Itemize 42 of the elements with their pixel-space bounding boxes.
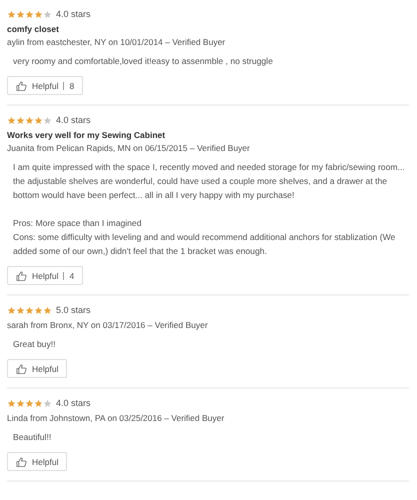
rating-text: 4.0 stars [56,398,91,408]
review-title: comfy closet [7,24,60,34]
star-icon [25,398,34,408]
reviewer-byline: Linda from Johnstown, PA on 03/25/2016 – Verified Buyer [7,413,226,423]
review-text: very roomy and comfortable,loved it!easy to assenmble , no struggle [12,55,274,68]
star-icon [43,306,52,314]
helpful-button[interactable]: Helpful 8 [7,76,84,95]
helpful-button[interactable]: Helpful 4 [7,266,84,285]
rating-text: 4.0 stars [56,9,91,19]
reviewer-byline: sarah from Bronx, NY on 03/17/2016 – Verified Buyer [7,320,209,330]
reviewer-byline: Juanita from Pelican Rapids, MN on 06/15/2015 – Verified Buyer [7,143,251,153]
star-icon [43,10,52,18]
star-icon [7,306,16,314]
star-icon [43,116,52,124]
star-icon [25,306,34,314]
review-text: I am quite impressed with the space I, recently moved and needed storage for my fabric/sewing room... the adjustable shelves are wonderful, could have used a couple more shelves, and a drawer at the bottom would have been perfect... all in all I very happy with my purchase! Pros: More space than I imagined Cons: some difficulty with leveling and and would recommend additional anchors for stablization (We added some of our own,) didn't feel that the 1 bracket was enough. [12,161,406,258]
star-icon [7,10,16,18]
reviewer-byline: aylin from eastchester, NY on 10/01/2014 – Verified Buyer [7,37,226,47]
thumbs-up-icon [16,80,27,90]
star-icon [34,306,43,314]
star-icon [7,116,16,124]
thumbs-up-icon [16,456,27,466]
rating-text: 4.0 stars [56,115,91,125]
star-icon [7,398,16,408]
star-icon [34,10,43,18]
star-icon [34,116,43,124]
thumbs-up-icon [16,270,27,280]
star-icon [43,398,52,408]
star-icon [16,398,25,408]
review-title: Works very well for my Sewing Cabinet [7,130,166,140]
star-icon [16,10,25,18]
helpful-button[interactable]: Helpful [7,359,68,378]
review-text: Great buy!! [12,338,57,351]
star-icon [25,116,34,124]
star-icon [16,116,25,124]
star-icon [34,398,43,408]
rating-text: 5.0 stars [56,305,91,315]
star-icon [25,10,34,18]
star-icon [16,306,25,314]
review-text: Beautiful!! [12,431,52,444]
thumbs-up-icon [16,364,27,374]
helpful-button[interactable]: Helpful [7,452,68,471]
